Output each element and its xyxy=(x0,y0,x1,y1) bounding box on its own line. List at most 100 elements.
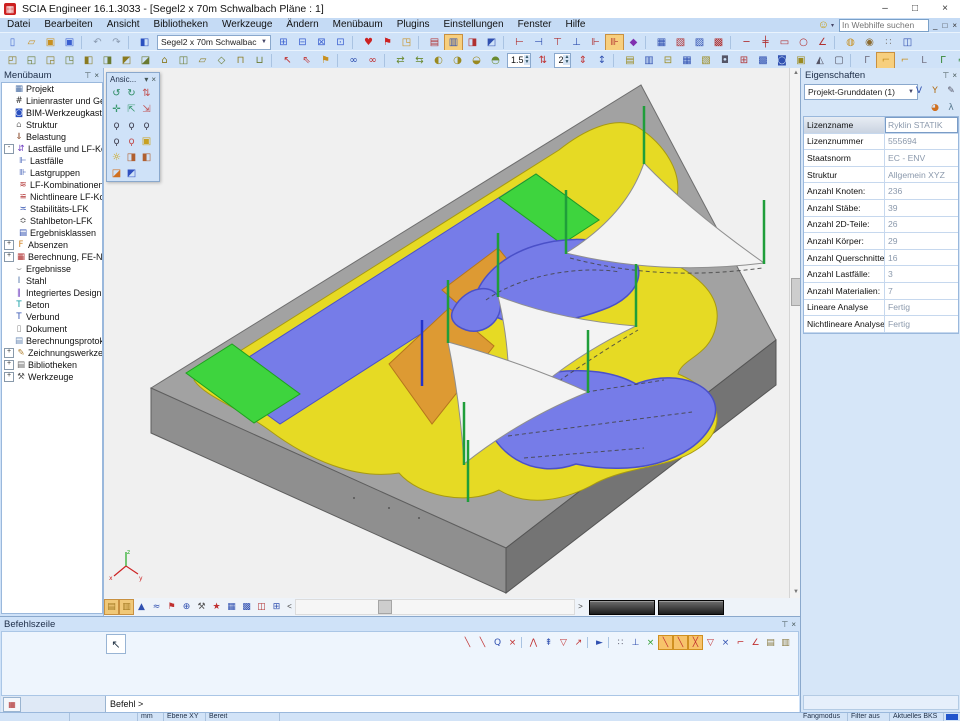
table-row[interactable]: Anzahl Stäbe:39 xyxy=(804,200,958,217)
member-mesh-icon[interactable]: ⊪ xyxy=(605,34,624,51)
mdi-close-button[interactable]: × xyxy=(952,21,958,30)
chart-view-icon[interactable]: ≈ xyxy=(149,599,164,615)
table-row[interactable]: Nichtlineare AnalyseFertig xyxy=(804,316,958,333)
frame-icon-5[interactable]: Γ xyxy=(933,52,952,69)
sidebar-item-zeichnungswerkzeuge[interactable]: +✎Zeichnungswerkzeuge xyxy=(2,347,102,359)
table-row[interactable]: Anzahl Querschnitte:16 xyxy=(804,250,958,267)
swap-icon[interactable]: ⇄ xyxy=(391,52,410,69)
snap-triangle-icon[interactable]: ▽ xyxy=(556,635,571,650)
sidebar-item-berechnungfenetz[interactable]: +▦Berechnung, FE-Netz xyxy=(2,251,102,263)
export-folder-icon[interactable]: ◳ xyxy=(397,34,416,51)
mesh-gen-icon[interactable]: ▨ xyxy=(690,34,709,51)
zoom-window-icon[interactable]: ϙ xyxy=(139,118,154,132)
doc-icon-12[interactable]: ▢ xyxy=(829,52,848,69)
circle-icon[interactable]: ○ xyxy=(794,34,813,51)
tree-expander-icon[interactable]: + xyxy=(4,372,14,382)
view-corner-icon[interactable]: ⇱ xyxy=(124,102,139,116)
notes-icon[interactable]: ▥ xyxy=(778,635,793,650)
table-row[interactable]: Anzahl Lastfälle:3 xyxy=(804,266,958,283)
property-object-combo[interactable]: Projekt-Grunddaten (1)▼ xyxy=(804,84,918,100)
sidebar-item-dokument[interactable]: ▯Dokument xyxy=(2,323,102,335)
section-icon-13[interactable]: ⊓ xyxy=(231,52,250,69)
frame-icon-1[interactable]: Γ xyxy=(857,52,876,69)
unlink-icon[interactable]: ∞ xyxy=(363,52,382,69)
help-smiley-icon[interactable]: ☺ xyxy=(818,19,829,31)
frame-icon-3[interactable]: ⌐ xyxy=(895,52,914,69)
table-row[interactable]: Anzahl Knoten:236 xyxy=(804,183,958,200)
doc-icon-6[interactable]: ◘ xyxy=(715,52,734,69)
menu-item-menbaum[interactable]: Menübaum xyxy=(326,18,390,32)
star-icon[interactable]: ★ xyxy=(209,599,224,615)
ortho-icon[interactable]: ⊥ xyxy=(628,635,643,650)
sidebar-item-struktur[interactable]: ⌂Struktur xyxy=(2,119,102,131)
viewport-hscrollbar[interactable] xyxy=(295,599,575,615)
close-icon[interactable]: × xyxy=(151,75,156,84)
section-icon-6[interactable]: ◨ xyxy=(98,52,117,69)
section-icon-10[interactable]: ◫ xyxy=(174,52,193,69)
snap-curve-icon[interactable]: Q xyxy=(490,635,505,650)
table-row[interactable]: StrukturAllgemein XYZ xyxy=(804,167,958,184)
filter-v-icon[interactable]: V xyxy=(912,84,926,97)
center-icon[interactable]: ◆ xyxy=(624,34,643,51)
sidebar-item-integriertesdesignforms[interactable]: ∥Integriertes Design Forms xyxy=(2,287,102,299)
swap-back-icon[interactable]: ⇆ xyxy=(410,52,429,69)
clipboard-red-icon[interactable]: ▤ xyxy=(425,34,444,51)
tree-expander-icon[interactable]: + xyxy=(4,348,14,358)
zoom-selection-icon[interactable]: ϙ xyxy=(124,134,139,148)
sidebar-item-lastflle[interactable]: ⊩Lastfälle xyxy=(2,155,102,167)
flag-red-icon[interactable]: ⚑ xyxy=(316,52,335,69)
sidebar-item-stahlbetonlfk[interactable]: ≎Stahlbeton-LFK xyxy=(2,215,102,227)
zoom-out-icon[interactable]: ϙ xyxy=(124,118,139,132)
section-icon-9[interactable]: ⌂ xyxy=(155,52,174,69)
render-icon[interactable]: ◨ xyxy=(124,150,139,164)
clipping-box-icon[interactable]: ◪ xyxy=(109,166,124,180)
view-palette-header[interactable]: Ansic... ▾ × xyxy=(107,73,159,85)
calc-icon[interactable]: ▦ xyxy=(652,34,671,51)
layer-next-icon[interactable]: ▥ xyxy=(119,599,134,615)
sidebar-item-werkzeuge[interactable]: +⚒Werkzeuge xyxy=(2,371,102,383)
open-project-icon[interactable]: ▱ xyxy=(22,34,41,51)
mesh-view-icon[interactable]: ▩ xyxy=(239,599,254,615)
sidebar-item-lastgruppen[interactable]: ⊪Lastgruppen xyxy=(2,167,102,179)
save-icon[interactable]: ▣ xyxy=(41,34,60,51)
factor-spinner[interactable]: 2▲▼ xyxy=(554,53,571,68)
frame-icon-4[interactable]: L xyxy=(914,52,933,69)
snap-angle-icon[interactable]: ∠ xyxy=(748,635,763,650)
section-icon-14[interactable]: ⊔ xyxy=(250,52,269,69)
layers-alt-icon[interactable]: ◩ xyxy=(482,34,501,51)
cross-green-icon[interactable]: × xyxy=(643,635,658,650)
doc-icon-4[interactable]: ▦ xyxy=(677,52,696,69)
pan-icon[interactable]: ✛ xyxy=(109,102,124,116)
member-support-icon[interactable]: ⊥ xyxy=(567,34,586,51)
smiley-dropdown-icon[interactable]: ▾ xyxy=(831,22,834,29)
pin-icon[interactable]: ⊤ xyxy=(781,620,788,629)
snap-segment-icon[interactable]: ╲ xyxy=(475,635,490,650)
angle-icon[interactable]: ∠ xyxy=(813,34,832,51)
befehlszeile-body[interactable]: ↖ ╲╲Q×⋀⇞▽↗►∷⊥×╲╲╳▽×⌐∠▤▥ xyxy=(1,631,799,696)
phase-icon-1[interactable]: ◐ xyxy=(429,52,448,69)
section-icon-8[interactable]: ◪ xyxy=(136,52,155,69)
table-row[interactable]: Anzahl Materialien:7 xyxy=(804,283,958,300)
sidebar-item-bibliotheken[interactable]: +▤Bibliotheken xyxy=(2,359,102,371)
doc-icon-3[interactable]: ⊟ xyxy=(658,52,677,69)
snap-int-icon[interactable]: ╳ xyxy=(688,635,703,650)
menu-item-plugins[interactable]: Plugins xyxy=(390,18,437,32)
close-icon[interactable]: × xyxy=(94,71,99,80)
sidebar-item-beton[interactable]: TBeton xyxy=(2,299,102,311)
scroll-left-button[interactable]: < xyxy=(284,600,295,614)
snap-tan-icon[interactable]: × xyxy=(718,635,733,650)
table-row[interactable]: Anzahl 2D-Teile:26 xyxy=(804,217,958,234)
sidebar-item-berechnungsprotokoll[interactable]: ▤Berechnungsprotokoll xyxy=(2,335,102,347)
model-viewport-3d[interactable]: z x y Ansic... ▾ × ↺↻⇅✛⇱⇲ϙϙϙϙϙ▣☼◨◧◪◩ ▲ ▼ xyxy=(103,68,801,616)
project-manager-icon[interactable]: ◧ xyxy=(135,34,154,51)
pin-icon[interactable]: ⊤ xyxy=(942,71,949,80)
grid-snap-icon[interactable]: ∷ xyxy=(613,635,628,650)
redo-icon[interactable]: ↷ xyxy=(107,34,126,51)
pin-icon[interactable]: ⊤ xyxy=(84,71,91,80)
pin-red-icon[interactable]: ⚑ xyxy=(378,34,397,51)
sidebar-item-lastflleundlfkombinatic[interactable]: -⇵Lastfälle und LF-Kombinatic xyxy=(2,143,102,155)
tree-expander-icon[interactable]: + xyxy=(4,360,14,370)
doc-icon-1[interactable]: ▤ xyxy=(620,52,639,69)
snap-delete-icon[interactable]: × xyxy=(505,635,520,650)
sidebar-item-ergebnisse[interactable]: ⌣Ergebnisse xyxy=(2,263,102,275)
